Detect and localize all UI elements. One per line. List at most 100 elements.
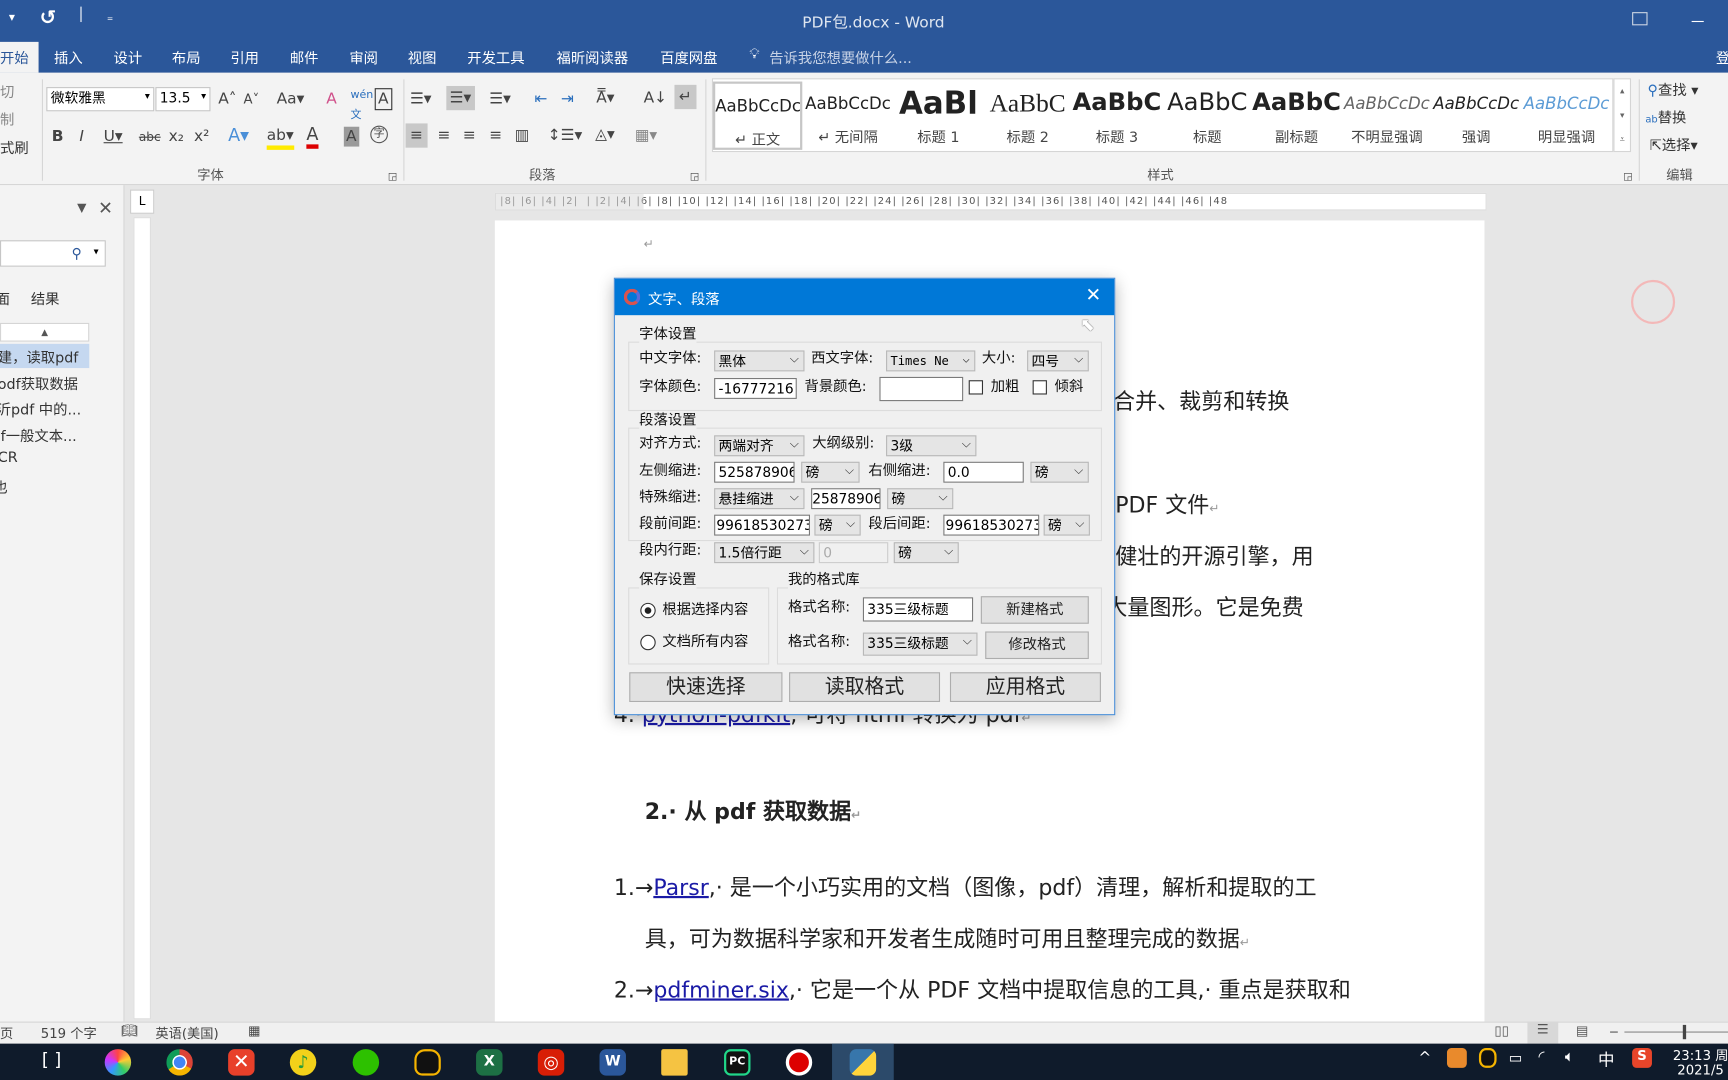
save-selection-radio[interactable]	[640, 602, 656, 619]
modify-format-button[interactable]: 修改格式	[985, 631, 1089, 660]
find-button[interactable]: ⚲查找 ▾	[1648, 78, 1699, 100]
align-right-icon[interactable]: ≡	[463, 126, 476, 146]
show-marks-icon[interactable]: ↵	[674, 84, 697, 110]
ribbon-display-icon[interactable]	[1632, 12, 1648, 26]
style-normal[interactable]: AaBbCcDc ↵ 正文	[713, 81, 803, 150]
zoom-out-icon[interactable]	[1610, 1031, 1618, 1033]
distributed-icon[interactable]: ▥	[515, 126, 530, 146]
show-hidden-icons[interactable]: ^	[1418, 1049, 1431, 1067]
proofing-icon[interactable]: 📖︎	[121, 1023, 138, 1038]
page-count[interactable]: 页	[0, 1024, 13, 1043]
special-indent-input[interactable]: 25878906	[811, 488, 881, 510]
font-color-icon[interactable]: A	[306, 124, 319, 149]
borders-icon[interactable]: ▦▾	[635, 126, 657, 146]
web-layout-icon[interactable]: ▤	[1576, 1023, 1589, 1038]
nav-heading-item[interactable]: lf一般文本...	[0, 424, 77, 446]
space-after-input[interactable]: 99618530273	[943, 514, 1040, 536]
netease-music-icon[interactable]: ◎	[537, 1049, 565, 1076]
ime-indicator[interactable]: 中	[1598, 1048, 1615, 1071]
close-icon[interactable]: ✕	[1086, 284, 1102, 306]
chrome-icon[interactable]	[166, 1049, 193, 1076]
styles-dialog-launcher-icon[interactable]: ◲	[1623, 168, 1632, 188]
justify-icon[interactable]: ≡	[489, 126, 502, 146]
pycharm-icon[interactable]: PC	[724, 1049, 751, 1076]
tab-home[interactable]: 开始	[0, 41, 39, 73]
nav-search-input[interactable]: ⚲ ▾	[0, 240, 106, 267]
qat-more-icon[interactable]: ₌	[107, 10, 113, 24]
excel-icon[interactable]: X	[476, 1049, 503, 1076]
tab-baidu[interactable]: 百度网盘	[660, 46, 717, 68]
strikethrough-icon[interactable]: abc	[139, 128, 161, 148]
tray-qq-icon[interactable]	[1478, 1048, 1497, 1068]
tab-insert[interactable]: 插入	[54, 46, 83, 68]
word-icon[interactable]: W	[599, 1049, 626, 1076]
tab-developer[interactable]: 开发工具	[467, 46, 524, 68]
nav-heading-item[interactable]: 也	[0, 476, 8, 497]
western-font-select[interactable]: Times Ne	[886, 350, 976, 372]
screen-recorder-icon[interactable]	[785, 1049, 813, 1076]
font-name-select[interactable]: 微软雅黑 ▾	[46, 87, 155, 112]
macro-icon[interactable]: ▦	[248, 1023, 261, 1038]
decrease-indent-icon[interactable]: ⇤	[534, 89, 547, 109]
volume-icon[interactable]: 🔈︎	[1565, 1048, 1574, 1066]
style-heading-2[interactable]: AaBbC 标题 2	[983, 82, 1072, 150]
cut-button[interactable]: 切	[0, 80, 14, 102]
style-subtle-emphasis[interactable]: AaBbCcDc 不明显强调	[1342, 82, 1431, 150]
style-heading-3[interactable]: AaBbC 标题 3	[1072, 82, 1162, 150]
zoom-slider[interactable]	[1624, 1031, 1728, 1033]
tab-references[interactable]: 引用	[230, 46, 259, 68]
font-color-input[interactable]: -16777216	[714, 377, 797, 399]
wifi-icon[interactable]: ◜	[1538, 1048, 1544, 1066]
align-center-icon[interactable]: ≡	[438, 126, 451, 146]
style-no-spacing[interactable]: AaBbCcDc ↵ 无间隔	[803, 82, 892, 150]
style-heading-1[interactable]: AaBl 标题 1	[894, 82, 983, 150]
special-indent-unit-select[interactable]: 磅	[887, 488, 954, 510]
space-before-unit-select[interactable]: 磅	[814, 514, 861, 536]
paragraph-dialog-launcher-icon[interactable]: ◲	[690, 168, 699, 188]
special-indent-select[interactable]: 悬挂缩进	[714, 488, 805, 510]
align-left-icon[interactable]: ≡	[405, 123, 428, 148]
qq-music-icon[interactable]: ♪	[289, 1049, 317, 1076]
customize-qat-icon[interactable]: ▾	[9, 10, 15, 24]
chinese-layout-icon[interactable]: A̿▾	[596, 88, 614, 108]
word-count[interactable]: 519 个字	[41, 1024, 97, 1043]
text-effects-icon[interactable]: A▾	[228, 125, 249, 146]
tab-selector[interactable]: L	[130, 189, 155, 214]
parsr-link[interactable]: Parsr	[653, 874, 708, 900]
nav-heading-item[interactable]: CR	[0, 450, 18, 467]
bold-icon[interactable]: B	[52, 127, 64, 147]
character-shading-icon[interactable]: A	[343, 126, 359, 147]
redo-icon[interactable]: ↺	[40, 7, 57, 30]
tab-layout[interactable]: 布局	[172, 46, 201, 68]
enclose-characters-icon[interactable]: 字	[370, 125, 388, 144]
sort-icon[interactable]: A↓	[644, 88, 667, 108]
change-case-icon[interactable]: Aa▾	[277, 89, 305, 109]
shading-icon[interactable]: ◬▾	[595, 125, 615, 145]
highlight-color-icon[interactable]: ab▾	[266, 126, 294, 150]
task-view-icon[interactable]: [ ]	[42, 1049, 61, 1070]
grow-font-icon[interactable]: A˄	[218, 89, 236, 109]
multilevel-list-icon[interactable]: ☰▾	[489, 89, 511, 109]
pdfminer-link[interactable]: pdfminer.six	[653, 976, 789, 1002]
clear-formatting-icon[interactable]: A	[326, 89, 337, 109]
tab-foxit[interactable]: 福昕阅读器	[557, 46, 629, 68]
line-spacing-icon[interactable]: ↕☰▾	[548, 126, 583, 146]
subscript-icon[interactable]: x₂	[169, 127, 184, 147]
space-before-input[interactable]: 99618530273	[714, 514, 810, 536]
pane-options-icon[interactable]: ▼	[77, 201, 86, 215]
styles-scrollbar[interactable]: ▴ ▾ ⩡	[1613, 78, 1632, 153]
tab-results[interactable]: 结果	[31, 288, 60, 309]
tray-app-icon[interactable]	[1446, 1048, 1467, 1068]
left-indent-input[interactable]: 525878906	[714, 461, 795, 483]
superscript-icon[interactable]: x²	[194, 127, 209, 147]
font-dialog-launcher-icon[interactable]: ◲	[388, 168, 397, 188]
clock-date[interactable]: 2021/5	[1677, 1062, 1724, 1077]
tab-review[interactable]: 审阅	[349, 46, 378, 68]
bold-checkbox[interactable]	[968, 380, 984, 395]
style-subtitle[interactable]: AaBbC 副标题	[1252, 82, 1341, 150]
right-indent-input[interactable]: 0.0	[943, 461, 1024, 483]
underline-icon[interactable]: U▾	[104, 127, 123, 147]
xmind-icon[interactable]: ✕	[228, 1049, 255, 1076]
increase-indent-icon[interactable]: ⇥	[561, 89, 574, 109]
bullets-icon[interactable]: ☰▾	[410, 89, 432, 109]
